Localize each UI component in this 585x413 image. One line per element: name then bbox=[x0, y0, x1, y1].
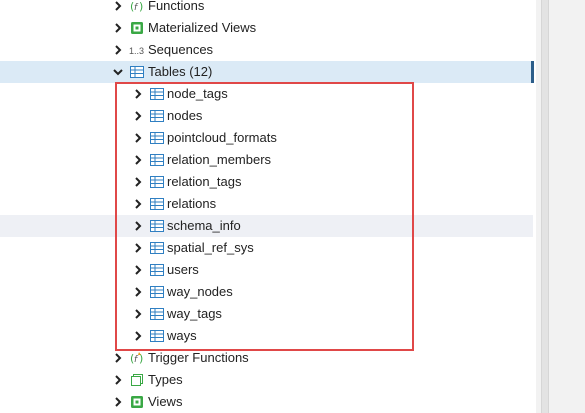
trigger-functions-icon: ( f ) bbox=[130, 352, 143, 365]
table-item-label: users bbox=[167, 262, 199, 277]
chevron-right-icon[interactable] bbox=[133, 133, 143, 143]
table-item-node-tags[interactable]: node_tags bbox=[0, 83, 533, 105]
tree-item-label: Tables (12) bbox=[148, 64, 213, 79]
tree-item-materialized-views[interactable]: Materialized Views bbox=[0, 17, 533, 39]
tree-item-trigger-functions[interactable]: ( f ) Trigger Functions bbox=[0, 347, 533, 369]
chevron-right-icon[interactable] bbox=[113, 45, 123, 55]
table-item-nodes[interactable]: nodes bbox=[0, 105, 533, 127]
table-item-way-nodes[interactable]: way_nodes bbox=[0, 281, 533, 303]
table-icon bbox=[150, 110, 164, 122]
chevron-right-icon[interactable] bbox=[113, 1, 123, 11]
tree-item-label: Sequences bbox=[148, 42, 214, 57]
tree-item-types[interactable]: Types bbox=[0, 369, 533, 391]
table-item-label: way_tags bbox=[167, 306, 222, 321]
table-icon bbox=[150, 88, 164, 100]
table-item-relation-tags[interactable]: relation_tags bbox=[0, 171, 533, 193]
browser-tree: ( f ) Functions Materialized Views 1..3 … bbox=[0, 0, 536, 413]
chevron-right-icon[interactable] bbox=[113, 397, 123, 407]
table-item-pointcloud-formats[interactable]: pointcloud_formats bbox=[0, 127, 533, 149]
table-icon bbox=[150, 264, 164, 276]
table-icon bbox=[150, 132, 164, 144]
table-icon bbox=[150, 242, 164, 254]
table-item-label: relations bbox=[167, 196, 217, 211]
chevron-right-icon[interactable] bbox=[133, 265, 143, 275]
svg-text:): ) bbox=[139, 0, 143, 13]
chevron-right-icon[interactable] bbox=[113, 353, 123, 363]
table-item-label: node_tags bbox=[167, 86, 228, 101]
chevron-right-icon[interactable] bbox=[113, 375, 123, 385]
selection-indicator bbox=[531, 61, 534, 83]
chevron-right-icon[interactable] bbox=[113, 23, 123, 33]
tables-icon bbox=[130, 66, 144, 78]
sequences-icon: 1..3 bbox=[129, 46, 145, 56]
table-item-relation-members[interactable]: relation_members bbox=[0, 149, 533, 171]
tree-item-label: Trigger Functions bbox=[148, 350, 249, 365]
table-item-label: relation_members bbox=[167, 152, 272, 167]
chevron-right-icon[interactable] bbox=[133, 111, 143, 121]
table-item-ways[interactable]: ways bbox=[0, 325, 533, 347]
tree-item-label: Types bbox=[148, 372, 183, 387]
table-item-label: nodes bbox=[167, 108, 203, 123]
table-icon bbox=[150, 286, 164, 298]
chevron-right-icon[interactable] bbox=[133, 177, 143, 187]
table-icon bbox=[150, 330, 164, 342]
tree-item-label: Functions bbox=[148, 0, 205, 13]
chevron-right-icon[interactable] bbox=[133, 199, 143, 209]
table-item-spatial-ref-sys[interactable]: spatial_ref_sys bbox=[0, 237, 533, 259]
chevron-right-icon[interactable] bbox=[133, 287, 143, 297]
table-item-label: relation_tags bbox=[167, 174, 242, 189]
chevron-right-icon[interactable] bbox=[133, 221, 143, 231]
chevron-right-icon[interactable] bbox=[133, 155, 143, 165]
table-item-users[interactable]: users bbox=[0, 259, 533, 281]
table-icon bbox=[150, 154, 164, 166]
chevron-right-icon[interactable] bbox=[133, 309, 143, 319]
tree-item-functions[interactable]: ( f ) Functions bbox=[0, 0, 533, 17]
chevron-down-icon[interactable] bbox=[113, 67, 123, 77]
table-item-label: ways bbox=[167, 328, 197, 343]
functions-icon: ( f ) bbox=[130, 0, 143, 13]
table-item-schema-info[interactable]: schema_info bbox=[0, 215, 533, 237]
table-item-relations[interactable]: relations bbox=[0, 193, 533, 215]
chevron-right-icon[interactable] bbox=[133, 331, 143, 341]
table-item-label: schema_info bbox=[167, 218, 241, 233]
table-icon bbox=[150, 308, 164, 320]
materialized-views-icon bbox=[131, 22, 143, 34]
tree-item-views[interactable]: Views bbox=[0, 391, 533, 413]
table-item-way-tags[interactable]: way_tags bbox=[0, 303, 533, 325]
table-item-label: spatial_ref_sys bbox=[167, 240, 254, 255]
tree-item-label: Materialized Views bbox=[148, 20, 257, 35]
table-icon bbox=[150, 198, 164, 210]
tree-item-sequences[interactable]: 1..3 Sequences bbox=[0, 39, 533, 61]
views-icon bbox=[131, 396, 143, 408]
chevron-right-icon[interactable] bbox=[133, 243, 143, 253]
table-icon bbox=[150, 176, 164, 188]
tree-item-tables[interactable]: Tables (12) bbox=[0, 61, 533, 83]
tree-item-label: Views bbox=[148, 394, 183, 409]
types-icon bbox=[131, 374, 143, 386]
table-item-label: pointcloud_formats bbox=[167, 130, 277, 145]
table-item-label: way_nodes bbox=[167, 284, 233, 299]
scrollbar-thumb[interactable] bbox=[541, 0, 549, 413]
chevron-right-icon[interactable] bbox=[133, 89, 143, 99]
table-icon bbox=[150, 220, 164, 232]
